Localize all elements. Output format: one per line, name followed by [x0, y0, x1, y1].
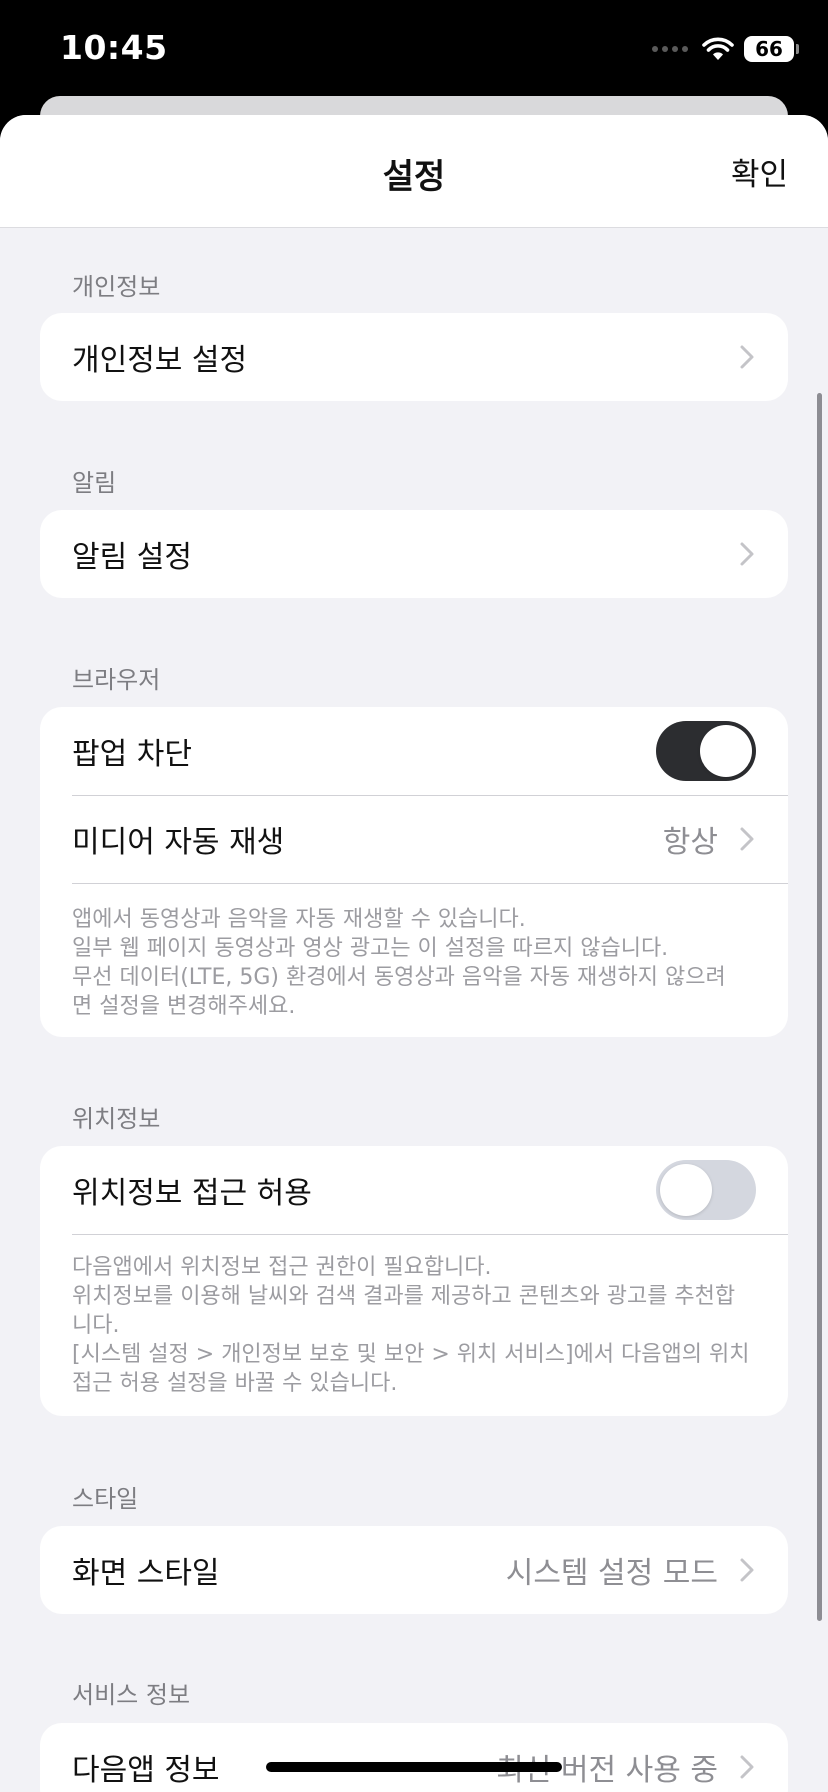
row-label: 개인정보 설정	[72, 343, 248, 378]
row-label: 화면 스타일	[72, 1556, 220, 1591]
privacy-settings-row[interactable]: 개인정보 설정	[40, 313, 788, 401]
popup-block-toggle[interactable]	[656, 721, 756, 781]
scrollbar[interactable]	[817, 393, 822, 1621]
section-header-service: 서비스 정보	[72, 1681, 191, 1709]
description-line: 무선 데이터(LTE, 5G) 환경에서 동영상과 음악을 자동 재생하지 않으…	[72, 965, 726, 990]
screen-style-row[interactable]: 화면 스타일 시스템 설정 모드	[40, 1526, 788, 1614]
section-header-privacy: 개인정보	[72, 273, 161, 301]
description-line: 니다.	[72, 1313, 120, 1338]
autoplay-description: 앱에서 동영상과 음악을 자동 재생할 수 있습니다. 일부 웹 페이지 동영상…	[72, 905, 762, 1021]
location-description: 다음앱에서 위치정보 접근 권한이 필요합니다. 위치정보를 이용해 날씨와 검…	[72, 1253, 762, 1398]
section-header-style: 스타일	[72, 1485, 139, 1513]
section-header-notifications: 알림	[72, 469, 117, 497]
status-bar: 10:45 66	[0, 0, 828, 100]
row-label: 미디어 자동 재생	[72, 825, 285, 860]
media-autoplay-row[interactable]: 미디어 자동 재생 항상	[40, 795, 788, 883]
location-access-toggle[interactable]	[656, 1160, 756, 1220]
battery-level: 66	[755, 37, 783, 61]
description-line: [시스템 설정 > 개인정보 보호 및 보안 > 위치 서비스]에서 다음앱의 …	[72, 1342, 750, 1367]
wifi-icon	[702, 37, 734, 60]
group-privacy: 개인정보 설정	[40, 313, 788, 401]
chevron-right-icon	[740, 1755, 754, 1779]
chevron-right-icon	[740, 542, 754, 566]
confirm-button[interactable]: 확인	[731, 149, 788, 194]
status-icons: 66	[652, 34, 799, 64]
group-style: 화면 스타일 시스템 설정 모드	[40, 1526, 788, 1614]
section-header-location: 위치정보	[72, 1105, 161, 1133]
settings-sheet: 설정 확인 개인정보 개인정보 설정 알림 알림 설정 브라우저 팝업 차단 미…	[0, 115, 828, 1792]
popup-block-row: 팝업 차단	[40, 707, 788, 795]
row-label: 알림 설정	[72, 540, 192, 575]
chevron-right-icon	[740, 1558, 754, 1582]
toggle-knob	[660, 1164, 712, 1216]
location-access-row: 위치정보 접근 허용	[40, 1146, 788, 1234]
group-notifications: 알림 설정	[40, 510, 788, 598]
description-line: 앱에서 동영상과 음악을 자동 재생할 수 있습니다.	[72, 907, 526, 932]
cellular-signal-icon	[652, 46, 688, 52]
chevron-right-icon	[740, 827, 754, 851]
chevron-right-icon	[740, 345, 754, 369]
description-line: 위치정보를 이용해 날씨와 검색 결과를 제공하고 콘텐츠와 광고를 추천합	[72, 1284, 736, 1309]
page-title: 설정	[382, 157, 446, 197]
group-location: 위치정보 접근 허용 다음앱에서 위치정보 접근 권한이 필요합니다. 위치정보…	[40, 1146, 788, 1416]
notification-settings-row[interactable]: 알림 설정	[40, 510, 788, 598]
toggle-knob	[700, 725, 752, 777]
group-service: 다음앱 정보 최신 버전 사용 중	[40, 1723, 788, 1792]
status-time: 10:45	[60, 28, 168, 67]
description-line: 일부 웹 페이지 동영상과 영상 광고는 이 설정을 따르지 않습니다.	[72, 936, 669, 961]
separator	[72, 1234, 788, 1235]
description-line: 면 설정을 변경해주세요.	[72, 994, 296, 1019]
home-indicator[interactable]	[266, 1762, 562, 1772]
nav-bar: 설정 확인	[0, 115, 828, 228]
section-header-browser: 브라우저	[72, 666, 161, 694]
app-info-row[interactable]: 다음앱 정보 최신 버전 사용 중	[40, 1723, 788, 1792]
separator	[72, 883, 788, 884]
row-value: 항상	[662, 825, 718, 860]
row-value: 시스템 설정 모드	[505, 1556, 718, 1591]
row-label: 팝업 차단	[72, 737, 192, 772]
row-label: 다음앱 정보	[72, 1753, 220, 1788]
battery-icon: 66	[744, 36, 799, 62]
description-line: 접근 허용 설정을 바꿀 수 있습니다.	[72, 1371, 398, 1396]
group-browser: 팝업 차단 미디어 자동 재생 항상 앱에서 동영상과 음악을 자동 재생할 수…	[40, 707, 788, 1037]
description-line: 다음앱에서 위치정보 접근 권한이 필요합니다.	[72, 1255, 492, 1280]
row-label: 위치정보 접근 허용	[72, 1176, 312, 1211]
